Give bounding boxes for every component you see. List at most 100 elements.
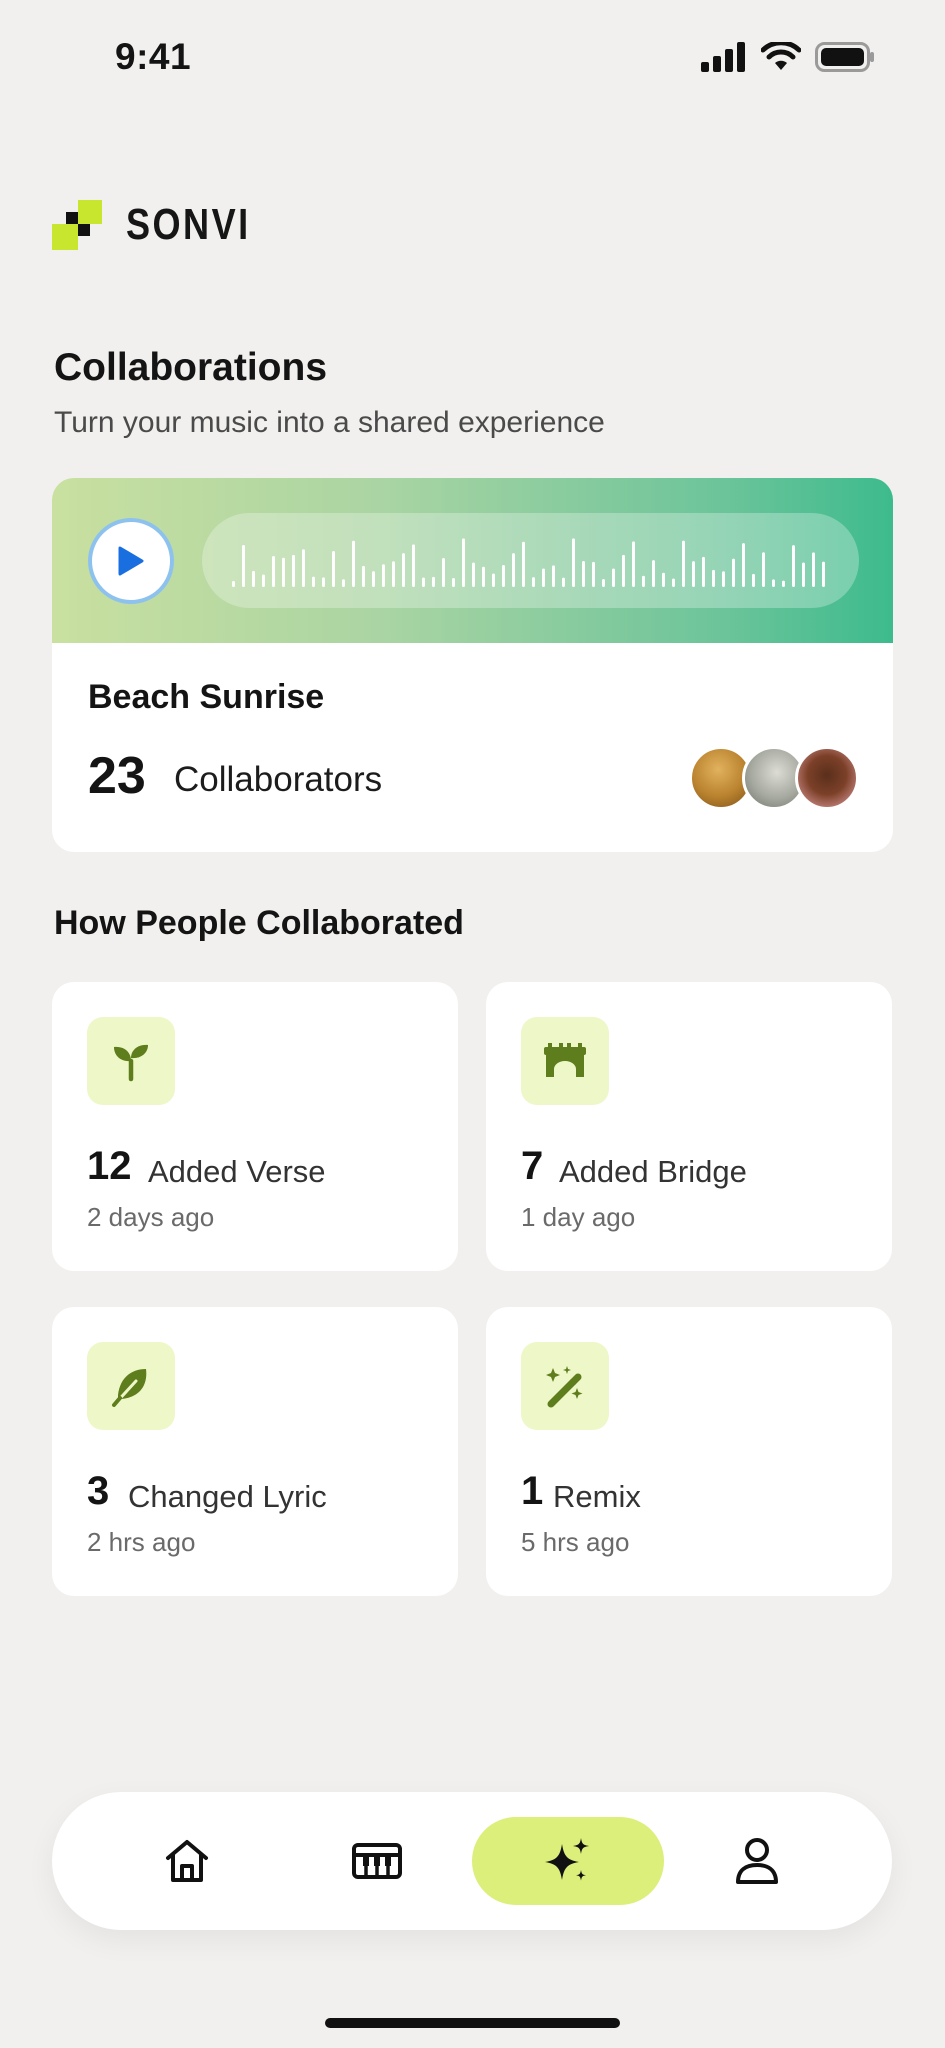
waveform-bar [232, 581, 235, 587]
nav-profile[interactable] [702, 1792, 812, 1930]
activity-card[interactable]: 7 Added Bridge 1 day ago [486, 982, 892, 1271]
sparkles-icon [545, 1838, 589, 1881]
waveform-bar [692, 561, 695, 587]
bottom-nav [52, 1792, 892, 1930]
activity-count: 7 [521, 1144, 544, 1188]
activity-count: 1 [521, 1469, 544, 1513]
waveform-bar [322, 577, 325, 587]
activity-card[interactable]: 12 Added Verse 2 days ago [52, 982, 458, 1271]
waveform-bar [732, 558, 735, 587]
waveform-bar [762, 552, 765, 587]
waveform-bar [792, 545, 795, 587]
collaborator-label: Collaborators [174, 760, 383, 799]
activity-label: Changed Lyric [128, 1479, 327, 1514]
activity-card[interactable]: 3 Changed Lyric 2 hrs ago [52, 1307, 458, 1596]
sprout-icon [114, 1044, 148, 1082]
status-icons [701, 42, 875, 72]
waveform-bar [362, 565, 365, 587]
waveform-bar [472, 562, 475, 587]
avatar [795, 746, 859, 810]
waveform-bar [502, 565, 505, 587]
waveform-bar [812, 552, 815, 587]
activity-card[interactable]: 1 Remix 5 hrs ago [486, 1307, 892, 1596]
activity-label: Added Verse [148, 1154, 326, 1189]
waveform-bar [252, 570, 255, 587]
waveform-bar [772, 579, 775, 587]
waveform-bar [372, 571, 375, 587]
bridge-icon [544, 1043, 586, 1077]
home-icon [166, 1840, 208, 1882]
waveform-bar [392, 561, 395, 587]
collaborator-avatars[interactable] [689, 746, 859, 810]
activity-icon-tile [87, 1342, 175, 1430]
track-banner [52, 478, 893, 643]
waveform-bar [672, 578, 675, 587]
status-time: 9:41 [115, 36, 192, 77]
activity-icon-tile [521, 1017, 609, 1105]
feather-icon [112, 1369, 147, 1407]
waveform-bar [532, 577, 535, 587]
track-title: Beach Sunrise [88, 678, 325, 716]
collaborator-count: 23 [88, 747, 146, 805]
activity-time: 1 day ago [521, 1202, 636, 1232]
logo-mark-icon [52, 200, 102, 250]
track-card[interactable]: Beach Sunrise 23 Collaborators [52, 478, 893, 852]
waveform-bar [822, 561, 825, 587]
waveform-bar [662, 572, 665, 587]
waveform-bar [382, 564, 385, 587]
waveform-bar [722, 571, 725, 587]
waveform-bar [562, 577, 565, 587]
nav-home[interactable] [132, 1792, 242, 1930]
waveform-bar [512, 553, 515, 587]
page-title: Collaborations [54, 346, 328, 389]
waveform-bar [272, 555, 275, 587]
play-button[interactable] [88, 518, 174, 604]
battery-icon [815, 42, 874, 72]
waveform-bar [702, 556, 705, 587]
waveform-bar [492, 573, 495, 587]
waveform-bar [482, 566, 485, 587]
activity-time: 2 hrs ago [87, 1527, 196, 1557]
waveform-bar [342, 579, 345, 587]
brand-logo: SONVI [52, 200, 278, 250]
waveform-bar [742, 543, 745, 587]
piano-icon [352, 1843, 402, 1879]
activity-time: 5 hrs ago [521, 1527, 630, 1557]
waveform-bar [302, 549, 305, 587]
waveform-bar [282, 557, 285, 587]
waveform-bar [422, 577, 425, 587]
home-indicator [325, 2018, 620, 2028]
waveform-bar [572, 538, 575, 587]
status-bar: 9:41 [0, 0, 945, 120]
waveform-bar [622, 554, 625, 587]
waveform-bars [232, 538, 825, 587]
waveform-bar [462, 538, 465, 587]
waveform-bar [412, 544, 415, 587]
waveform-bar [642, 575, 645, 587]
waveform-bar [332, 550, 335, 587]
waveform-bar [552, 565, 555, 587]
play-icon [118, 546, 144, 576]
waveform[interactable] [202, 513, 859, 608]
waveform-bar [542, 568, 545, 587]
brand-name: SONVI [126, 200, 251, 249]
nav-piano[interactable] [322, 1792, 432, 1930]
waveform-bar [682, 540, 685, 587]
waveform-bar [752, 573, 755, 587]
waveform-bar [802, 562, 805, 587]
activity-time: 2 days ago [87, 1202, 215, 1232]
waveform-bar [632, 541, 635, 587]
waveform-bar [522, 541, 525, 587]
waveform-bar [592, 561, 595, 587]
magic-wand-icon [546, 1366, 583, 1408]
waveform-bar [292, 554, 295, 587]
waveform-bar [612, 568, 615, 587]
waveform-bar [402, 553, 405, 587]
waveform-bar [602, 579, 605, 587]
waveform-bar [352, 540, 355, 587]
waveform-bar [582, 561, 585, 587]
nav-sparkles[interactable] [472, 1792, 664, 1930]
waveform-bar [432, 576, 435, 587]
waveform-bar [262, 574, 265, 587]
waveform-bar [712, 569, 715, 587]
